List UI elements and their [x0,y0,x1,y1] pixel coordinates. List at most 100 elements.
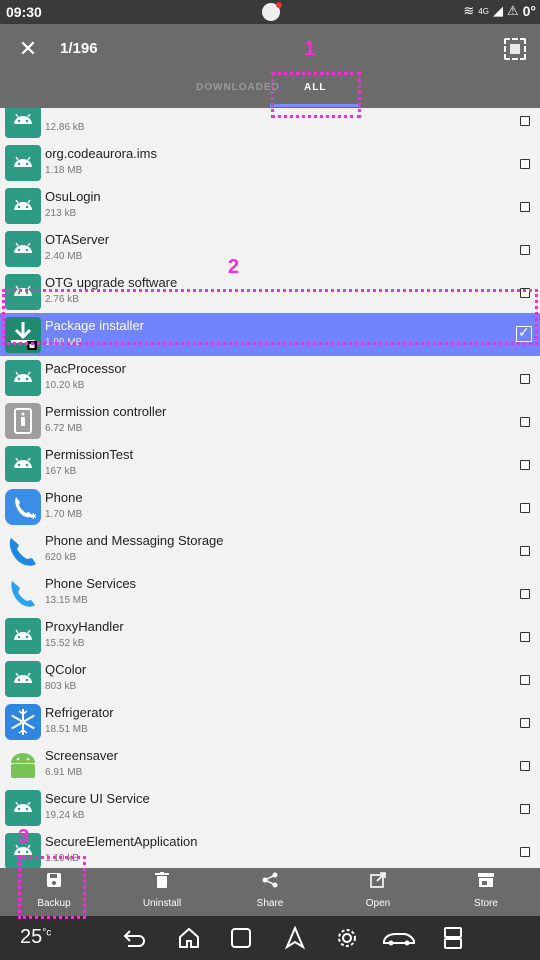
checkbox[interactable] [520,718,530,728]
screen: 09:30 ≋ 4G ◢ ⚠ 0° ✕ 1/196 DOWNLOADED ALL… [0,0,540,960]
app-list-item[interactable]: PermissionTest 167 kB [0,442,540,485]
checkbox[interactable] [520,374,530,384]
trash-icon [122,872,202,896]
app-size: 10.20 kB [45,380,85,391]
app-list-item[interactable]: org.codeaurora.ims 1.18 MB [0,141,540,184]
app-name: Phone and Messaging Storage [45,533,224,548]
app-name: PacProcessor [45,361,126,376]
annotation-box-1 [271,72,361,118]
tab-downloaded[interactable]: DOWNLOADED [196,82,280,93]
app-list-item[interactable]: 12.86 kB [0,108,540,141]
android-icon [5,108,41,138]
annotation-number-1: 1 [304,38,316,60]
app-name: Phone [45,490,83,505]
temperature-value: 25 [20,926,43,948]
snowflake-icon [5,704,41,740]
app-name: QColor [45,662,87,677]
app-list[interactable]: 12.86 kB org.codeaurora.ims 1.18 MB OsuLogi… [0,108,540,868]
checkbox[interactable] [520,804,530,814]
app-list-item[interactable]: Phone and Messaging Storage 620 kB [0,528,540,571]
status-icons: ≋ 4G ◢ ⚠ 0° [463,3,536,19]
app-size: 1.70 MB [45,509,83,520]
app-name: org.codeaurora.ims [45,146,157,161]
split-screen-icon[interactable] [440,926,466,950]
checkbox[interactable] [520,245,530,255]
android-icon [5,360,41,396]
uninstall-button[interactable]: Uninstall [122,872,202,909]
app-list-item[interactable]: Screensaver 6.91 MB [0,743,540,786]
store-button[interactable]: Store [446,872,526,909]
checkbox[interactable] [520,202,530,212]
annotation-box-2 [2,289,538,345]
alert-icon: ⚠ [506,3,519,18]
app-size: 13.15 MB [45,595,88,606]
app-list-item[interactable]: Secure UI Service 19.24 kB [0,786,540,829]
app-name: Secure UI Service [45,791,150,806]
phone-storage-icon [5,532,41,568]
app-name: OTG upgrade software [45,275,178,290]
android-icon [5,145,41,181]
android-icon [5,661,41,697]
temperature-display: 25°c [20,926,51,949]
app-list-item[interactable]: QColor 803 kB [0,657,540,700]
app-size: 19.24 kB [45,810,85,821]
checkbox[interactable] [520,546,530,556]
app-list-item[interactable]: PacProcessor 10.20 kB [0,356,540,399]
checkbox[interactable] [520,675,530,685]
checkbox[interactable] [520,460,530,470]
android-icon [5,790,41,826]
app-name: ProxyHandler [45,619,124,634]
checkbox[interactable] [520,761,530,771]
app-name: SecureElementApplication [45,834,198,849]
phone-services-icon [5,575,41,611]
status-bar: 09:30 ≋ 4G ◢ ⚠ 0° [0,0,540,24]
share-icon [230,872,310,896]
app-size: 6.91 MB [45,767,83,778]
checkbox[interactable] [520,632,530,642]
app-list-item[interactable]: OTAServer 2.40 MB [0,227,540,270]
svg-text:✱: ✱ [30,512,37,521]
wifi-icon: ≋ [463,3,475,18]
close-button[interactable]: ✕ [14,36,42,62]
checkbox[interactable] [520,503,530,513]
android-icon [5,446,41,482]
app-list-item[interactable]: Permission controller 6.72 MB [0,399,540,442]
app-name: Phone Services [45,576,137,591]
checkbox[interactable] [520,116,530,126]
app-size: 18.51 MB [45,724,88,735]
back-icon[interactable] [122,926,148,950]
app-bar: ✕ 1/196 DOWNLOADED ALL [0,24,540,108]
app-size: 1.18 MB [45,165,83,176]
android-green-icon [5,747,41,783]
car-icon[interactable] [382,926,416,950]
app-name: PermissionTest [45,447,134,462]
selection-counter: 1/196 [60,40,98,57]
notification-icon [262,2,282,21]
android-icon [5,188,41,224]
app-name: OTAServer [45,232,110,247]
share-button[interactable]: Share [230,872,310,909]
select-all-icon[interactable] [504,38,526,60]
android-icon [5,231,41,267]
home-icon[interactable] [176,926,202,950]
signal-icon: ◢ [492,3,503,18]
settings-icon[interactable] [334,926,360,950]
checkbox[interactable] [520,159,530,169]
checkbox[interactable] [520,589,530,599]
uninstall-label: Uninstall [142,898,182,909]
phone-icon: ✱ [5,489,41,525]
app-size: 15.52 kB [45,638,85,649]
open-label: Open [365,898,391,909]
app-list-item[interactable]: ✱ Phone 1.70 MB [0,485,540,528]
app-list-item[interactable]: Refrigerator 18.51 MB [0,700,540,743]
app-list-item[interactable]: ProxyHandler 15.52 kB [0,614,540,657]
checkbox[interactable] [520,417,530,427]
app-list-item[interactable]: OsuLogin 213 kB [0,184,540,227]
open-button[interactable]: Open [338,872,418,909]
store-icon [446,872,526,896]
checkbox[interactable] [520,847,530,857]
app-name: Screensaver [45,748,118,763]
recents-icon[interactable] [228,926,254,950]
navigation-icon[interactable] [282,925,308,950]
app-list-item[interactable]: Phone Services 13.15 MB [0,571,540,614]
